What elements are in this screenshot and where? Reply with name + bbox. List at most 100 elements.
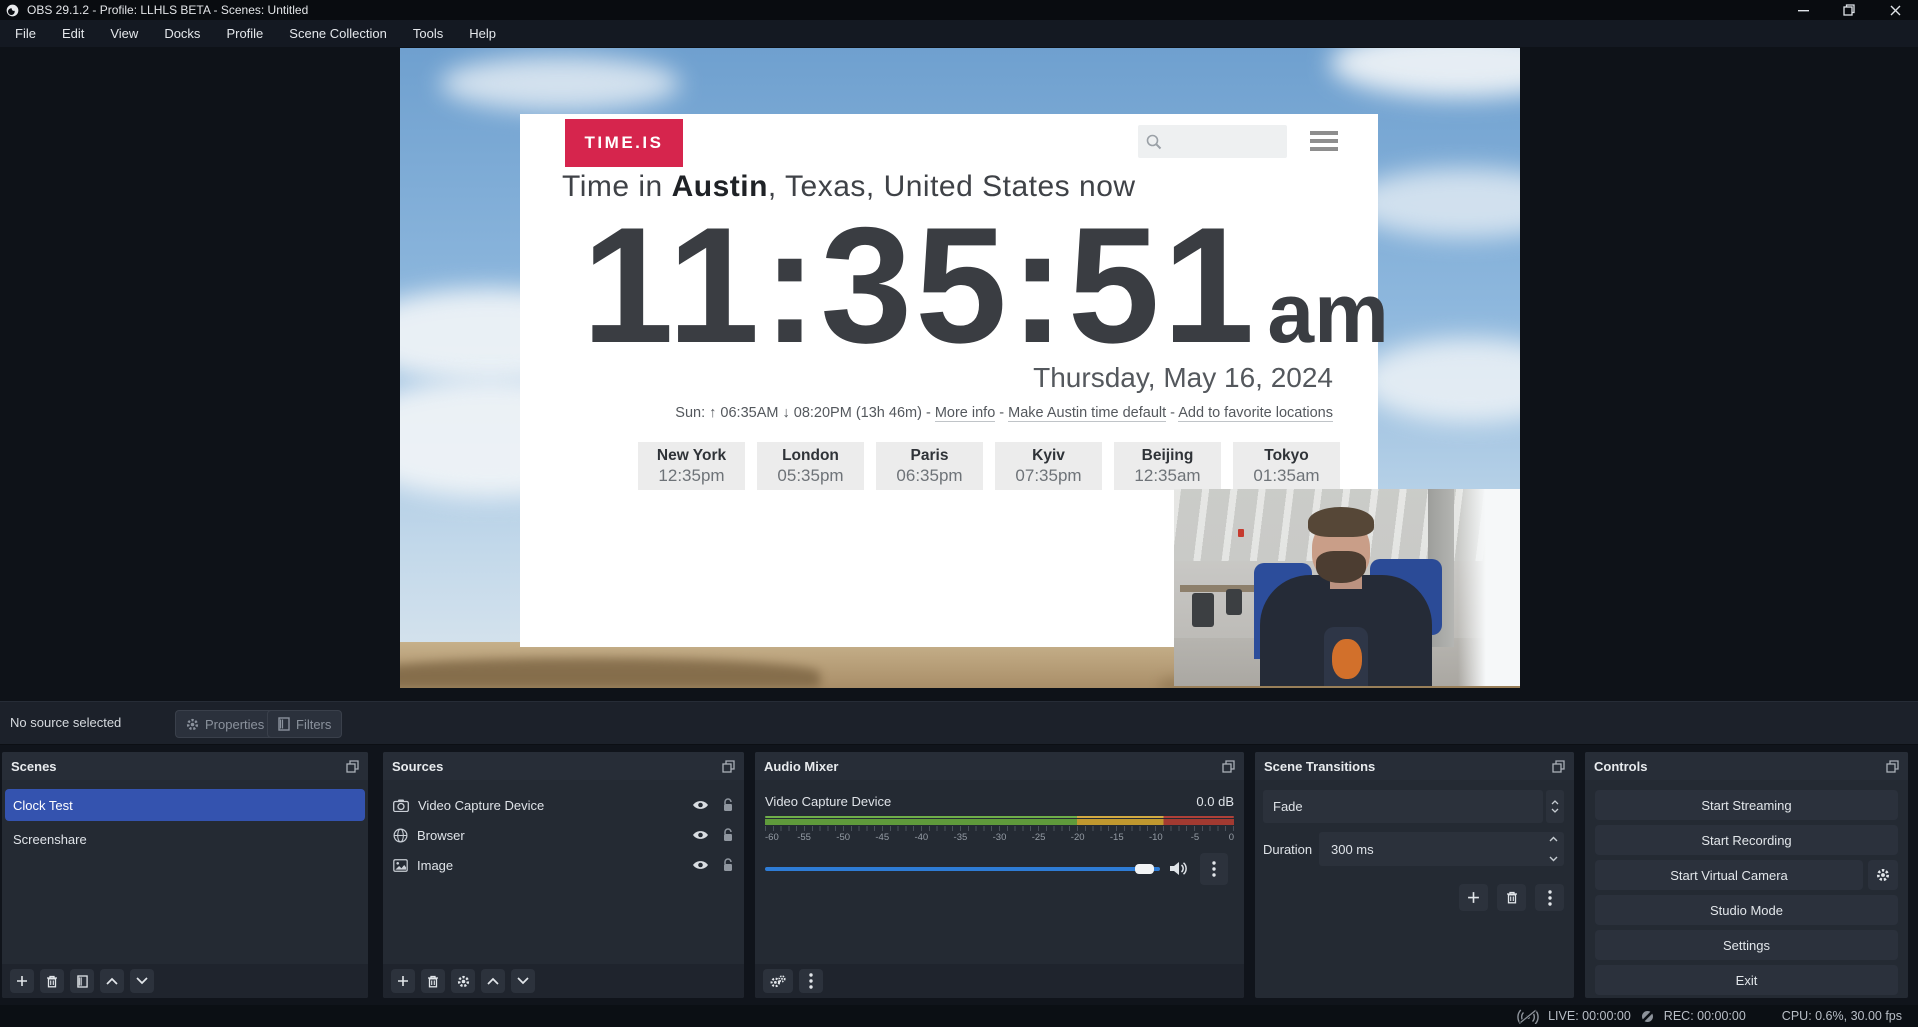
studio-mode-button[interactable]: Studio Mode [1595, 895, 1898, 925]
sources-panel: Sources Video Capture Device Browser [383, 752, 744, 998]
exit-button[interactable]: Exit [1595, 965, 1898, 995]
controls-title: Controls [1594, 759, 1647, 774]
source-row-video-capture[interactable]: Video Capture Device [383, 790, 744, 820]
popout-icon[interactable] [722, 760, 735, 773]
duration-spinbox[interactable]: 300 ms [1319, 832, 1564, 866]
menu-help[interactable]: Help [456, 20, 509, 47]
mixer-db-value: 0.0 dB [1196, 794, 1234, 809]
add-scene-button[interactable] [10, 969, 34, 993]
move-scene-up-button[interactable] [100, 969, 124, 993]
source-toolbar: No source selected Properties Filters [0, 701, 1918, 745]
popout-icon[interactable] [1222, 760, 1235, 773]
transition-properties-button[interactable] [1535, 884, 1564, 911]
cpu-fps-stats: CPU: 0.6%, 30.00 fps [1782, 1009, 1902, 1023]
scene-item-clock-test[interactable]: Clock Test [5, 789, 365, 821]
duration-label: Duration [1263, 842, 1312, 857]
menu-profile[interactable]: Profile [213, 20, 276, 47]
properties-button[interactable]: Properties [175, 710, 275, 738]
volume-meter-peak [765, 816, 1234, 818]
sources-title: Sources [392, 759, 443, 774]
remove-scene-button[interactable] [40, 969, 64, 993]
chevron-down-icon [517, 977, 529, 985]
gear-icon [457, 975, 470, 988]
make-default-link: Make Austin time default [1008, 405, 1166, 422]
virtual-camera-settings-button[interactable] [1868, 860, 1898, 890]
minimize-button[interactable] [1780, 0, 1826, 20]
restore-icon [1843, 4, 1855, 16]
double-gear-icon [770, 975, 786, 988]
transition-select[interactable]: Fade [1263, 790, 1543, 823]
lock-icon[interactable] [722, 798, 734, 812]
search-icon [1145, 133, 1163, 151]
scenes-list: Clock Test Screenshare [2, 780, 368, 855]
clock-ampm: am [1267, 265, 1388, 362]
start-streaming-button[interactable]: Start Streaming [1595, 790, 1898, 820]
move-scene-down-button[interactable] [130, 969, 154, 993]
status-bar: LIVE: 00:00:00 REC: 00:00:00 CPU: 0.6%, … [0, 1005, 1918, 1027]
close-button[interactable] [1872, 0, 1918, 20]
restore-button[interactable] [1826, 0, 1872, 20]
chevron-up-icon[interactable] [1549, 836, 1558, 842]
start-recording-button[interactable]: Start Recording [1595, 825, 1898, 855]
chevron-down-icon [136, 977, 148, 985]
source-row-browser[interactable]: Browser [383, 820, 744, 850]
gear-icon [1876, 868, 1890, 882]
scene-filters-button[interactable] [70, 969, 94, 993]
source-row-image[interactable]: Image [383, 850, 744, 880]
chevron-down-icon [1551, 808, 1559, 813]
move-source-up-button[interactable] [481, 969, 505, 993]
move-source-down-button[interactable] [511, 969, 535, 993]
start-virtual-camera-button[interactable]: Start Virtual Camera [1595, 860, 1863, 890]
menu-edit[interactable]: Edit [49, 20, 97, 47]
menu-docks[interactable]: Docks [151, 20, 213, 47]
trash-icon [1506, 891, 1518, 904]
menu-view[interactable]: View [97, 20, 151, 47]
city-card: London05:35pm [757, 442, 864, 490]
popout-icon[interactable] [346, 760, 359, 773]
settings-button[interactable]: Settings [1595, 930, 1898, 960]
close-icon [1890, 5, 1901, 16]
lock-icon[interactable] [722, 828, 734, 842]
scene-item-screenshare[interactable]: Screenshare [5, 823, 365, 855]
mixer-menu-button[interactable] [799, 969, 823, 993]
live-time: LIVE: 00:00:00 [1548, 1009, 1631, 1023]
scenes-title: Scenes [11, 759, 57, 774]
audio-mixer-title: Audio Mixer [764, 759, 838, 774]
city-card: New York12:35pm [638, 442, 745, 490]
kebab-icon [1548, 890, 1552, 906]
volume-slider-handle[interactable] [1135, 864, 1154, 874]
lock-icon[interactable] [722, 858, 734, 872]
timeis-logo: TIME.IS [565, 119, 683, 167]
source-properties-button[interactable] [451, 969, 475, 993]
menu-file[interactable]: File [2, 20, 49, 47]
cloud [440, 56, 680, 111]
eye-icon[interactable] [692, 859, 709, 871]
eye-icon[interactable] [692, 799, 709, 811]
controls-panel: Controls Start Streaming Start Recording… [1585, 752, 1908, 998]
volume-slider[interactable] [765, 867, 1160, 871]
mixer-channel-menu-button[interactable] [1200, 853, 1228, 885]
obs-window: OBS 29.1.2 - Profile: LLHLS BETA - Scene… [0, 0, 1918, 1027]
speaker-icon[interactable] [1169, 860, 1189, 877]
chevron-up-icon [106, 977, 118, 985]
timeis-clock: 11:35:51 am [582, 186, 1389, 384]
chevron-down-icon[interactable] [1549, 856, 1558, 862]
remove-source-button[interactable] [421, 969, 445, 993]
popout-icon[interactable] [1552, 760, 1565, 773]
add-transition-button[interactable] [1459, 884, 1488, 911]
transition-select-arrows[interactable] [1546, 790, 1564, 823]
add-source-button[interactable] [391, 969, 415, 993]
advanced-audio-properties-button[interactable] [763, 969, 793, 993]
filters-button[interactable]: Filters [267, 710, 342, 738]
popout-icon[interactable] [1886, 760, 1899, 773]
chevron-up-icon [487, 977, 499, 985]
eye-icon[interactable] [692, 829, 709, 841]
globe-icon [393, 828, 408, 843]
scene-transitions-panel: Scene Transitions Fade Duration 300 ms [1255, 752, 1574, 998]
image-icon [393, 859, 408, 872]
menu-scene-collection[interactable]: Scene Collection [276, 20, 400, 47]
remove-transition-button[interactable] [1497, 884, 1526, 911]
program-preview-canvas[interactable]: TIME.IS Time in Austin, Texas, United St… [400, 48, 1520, 688]
menu-tools[interactable]: Tools [400, 20, 456, 47]
preview-area: TIME.IS Time in Austin, Texas, United St… [0, 47, 1918, 701]
